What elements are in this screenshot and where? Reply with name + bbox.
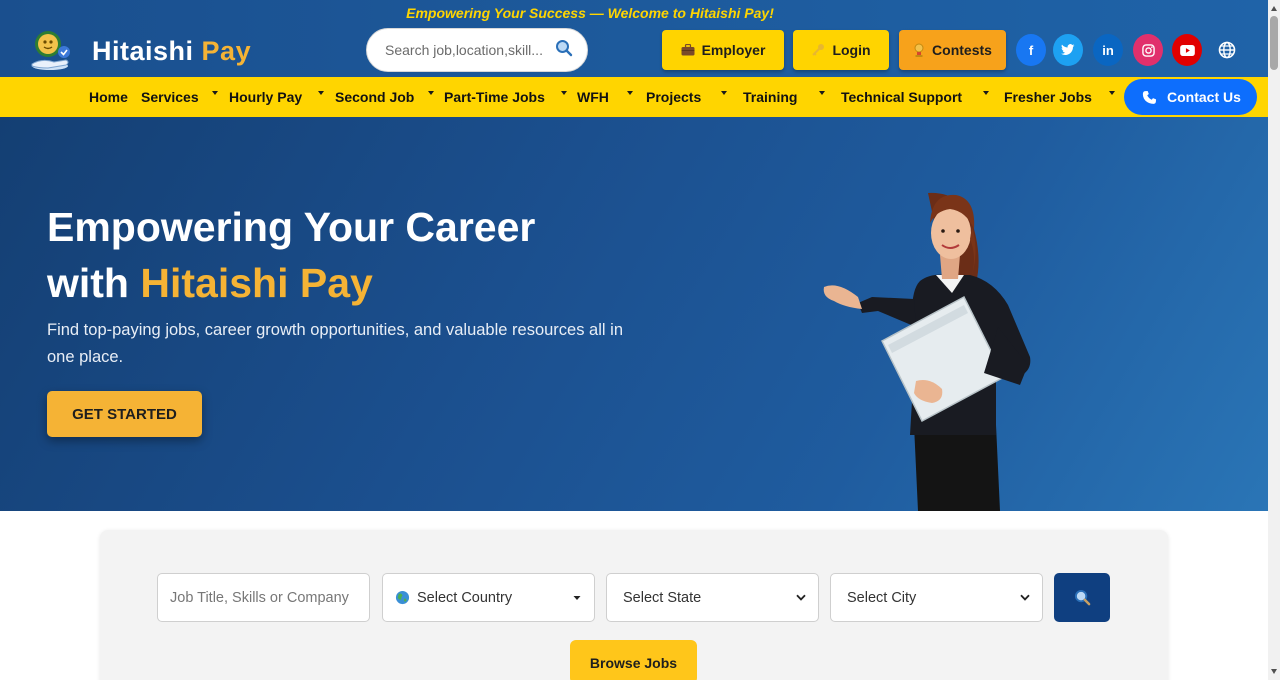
trophy-icon [913, 43, 925, 57]
contests-button[interactable]: Contests [899, 30, 1006, 70]
chevron-down-icon[interactable] [721, 91, 727, 95]
state-select[interactable]: Select State [606, 573, 819, 622]
chevron-down-icon[interactable] [212, 91, 218, 95]
contact-us-button[interactable]: Contact Us [1124, 79, 1257, 115]
top-header: Empowering Your Success — Welcome to Hit… [0, 0, 1268, 77]
chevron-down-icon[interactable] [1109, 91, 1115, 95]
hero-title: Empowering Your Career with Hitaishi Pay [47, 199, 535, 311]
get-started-button[interactable]: GET STARTED [47, 391, 202, 437]
hero-title-line2: with Hitaishi Pay [47, 255, 535, 311]
globe-icon[interactable] [1212, 34, 1242, 66]
youtube-icon[interactable] [1172, 34, 1202, 66]
logo-text-accent: Pay [201, 35, 252, 66]
scroll-up-arrow-icon[interactable] [1271, 6, 1277, 11]
chevron-down-icon[interactable] [627, 91, 633, 95]
nav-item-technical-support[interactable]: Technical Support [841, 89, 962, 105]
nav-item-second-job[interactable]: Second Job [335, 89, 414, 105]
contests-label: Contests [932, 42, 992, 58]
chevron-down-icon[interactable] [983, 91, 989, 95]
hero-title-highlight: Hitaishi Pay [140, 260, 373, 306]
login-label: Login [832, 42, 871, 58]
city-select[interactable]: Select City [830, 573, 1043, 622]
chevron-down-icon[interactable] [819, 91, 825, 95]
job-title-input[interactable]: Job Title, Skills or Company [157, 573, 370, 622]
hero-subtitle: Find top-paying jobs, career growth oppo… [47, 321, 623, 366]
header-search [366, 28, 588, 72]
page-scrollbar[interactable] [1268, 0, 1280, 680]
logo-text-primary: Hitaishi [92, 35, 194, 66]
instagram-icon[interactable] [1133, 34, 1163, 66]
hero-banner: Empowering Your Career with Hitaishi Pay… [0, 117, 1268, 511]
globe-icon [395, 590, 410, 605]
employer-label: Employer [701, 42, 766, 58]
contact-us-label: Contact Us [1167, 89, 1241, 105]
browse-jobs-button[interactable]: Browse Jobs [570, 640, 697, 680]
nav-item-home[interactable]: Home [89, 89, 128, 105]
state-select-value: Select State [623, 589, 702, 606]
main-nav: Home Services Hourly Pay Second Job Part… [0, 77, 1268, 117]
chevron-down-icon[interactable] [318, 91, 324, 95]
country-select-value: Select Country [417, 589, 513, 606]
facebook-glyph: f [1028, 42, 1034, 58]
nav-item-projects[interactable]: Projects [646, 89, 701, 105]
scrollbar-thumb[interactable] [1270, 16, 1278, 70]
chevron-down-icon [796, 594, 806, 601]
nav-item-part-time-jobs[interactable]: Part-Time Jobs [444, 89, 545, 105]
employer-button[interactable]: Employer [662, 30, 784, 70]
key-icon [811, 43, 825, 57]
scroll-down-arrow-icon[interactable] [1271, 669, 1277, 674]
job-search-button[interactable] [1054, 573, 1110, 622]
linkedin-glyph: in [1102, 42, 1114, 58]
phone-icon [1142, 90, 1157, 105]
chevron-down-icon [1020, 594, 1030, 601]
briefcase-icon [681, 44, 695, 56]
nav-item-fresher-jobs[interactable]: Fresher Jobs [1004, 89, 1092, 105]
city-select-value: Select City [847, 589, 917, 606]
chevron-down-icon[interactable] [428, 91, 434, 95]
hero-title-prefix: with [47, 260, 129, 306]
search-icon [1074, 589, 1091, 606]
nav-item-training[interactable]: Training [743, 89, 797, 105]
search-icon[interactable] [555, 39, 573, 62]
nav-item-wfh[interactable]: WFH [577, 89, 609, 105]
businesswoman-image [823, 192, 1031, 511]
facebook-icon[interactable]: f [1016, 34, 1046, 66]
login-button[interactable]: Login [793, 30, 889, 70]
linkedin-icon[interactable]: in [1093, 34, 1123, 66]
site-logo[interactable]: Hitaishi Pay [28, 28, 251, 74]
hero-title-line1: Empowering Your Career [47, 204, 536, 250]
nav-item-hourly-pay[interactable]: Hourly Pay [229, 89, 302, 105]
caret-down-icon [572, 595, 582, 601]
header-search-input[interactable] [385, 42, 555, 58]
logo-icon [28, 28, 74, 74]
twitter-icon[interactable] [1053, 34, 1083, 66]
logo-text: Hitaishi Pay [92, 36, 251, 67]
tagline: Empowering Your Success — Welcome to Hit… [406, 5, 774, 21]
chevron-down-icon[interactable] [561, 91, 567, 95]
country-select[interactable]: Select Country [382, 573, 595, 622]
nav-item-services[interactable]: Services [141, 89, 199, 105]
